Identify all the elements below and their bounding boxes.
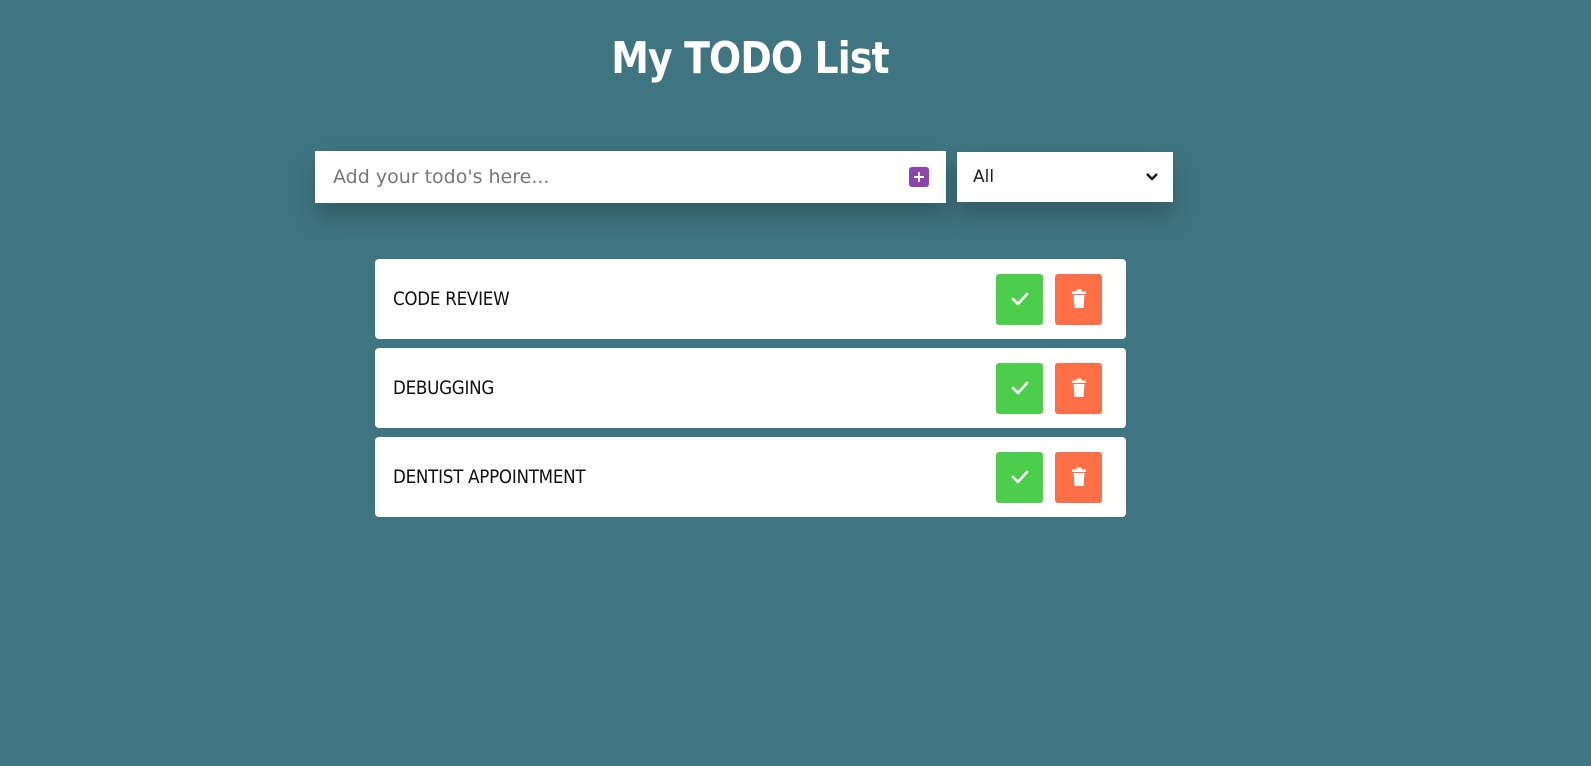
check-icon [1011,292,1028,306]
chevron-down-icon [1146,173,1158,181]
todo-actions [996,273,1102,325]
todo-actions [996,362,1102,414]
todo-text: DEBUGGING [393,377,495,399]
todo-actions [996,451,1102,503]
todo-item: CODE REVIEW [375,259,1126,339]
plus-icon [914,172,924,182]
check-icon [1011,381,1028,395]
complete-button[interactable] [996,362,1043,414]
filter-selected-value: All [973,167,995,187]
filter-select[interactable]: All [957,152,1173,202]
add-todo-button[interactable] [909,167,929,187]
page-title: My TODO List [611,33,889,85]
delete-button[interactable] [1055,451,1102,503]
add-todo-form [315,151,946,203]
trash-icon [1071,467,1086,486]
trash-icon [1071,378,1086,397]
todo-item: DENTIST APPOINTMENT [375,437,1126,517]
todo-text: CODE REVIEW [393,288,510,310]
trash-icon [1071,289,1086,308]
complete-button[interactable] [996,273,1043,325]
todo-text: DENTIST APPOINTMENT [393,466,586,488]
todo-item: DEBUGGING [375,348,1126,428]
todo-list: CODE REVIEW DEBUGGING DENTIST APPOINTMEN… [375,259,1126,526]
check-icon [1011,470,1028,484]
delete-button[interactable] [1055,362,1102,414]
delete-button[interactable] [1055,273,1102,325]
complete-button[interactable] [996,451,1043,503]
todo-input[interactable] [315,151,909,203]
